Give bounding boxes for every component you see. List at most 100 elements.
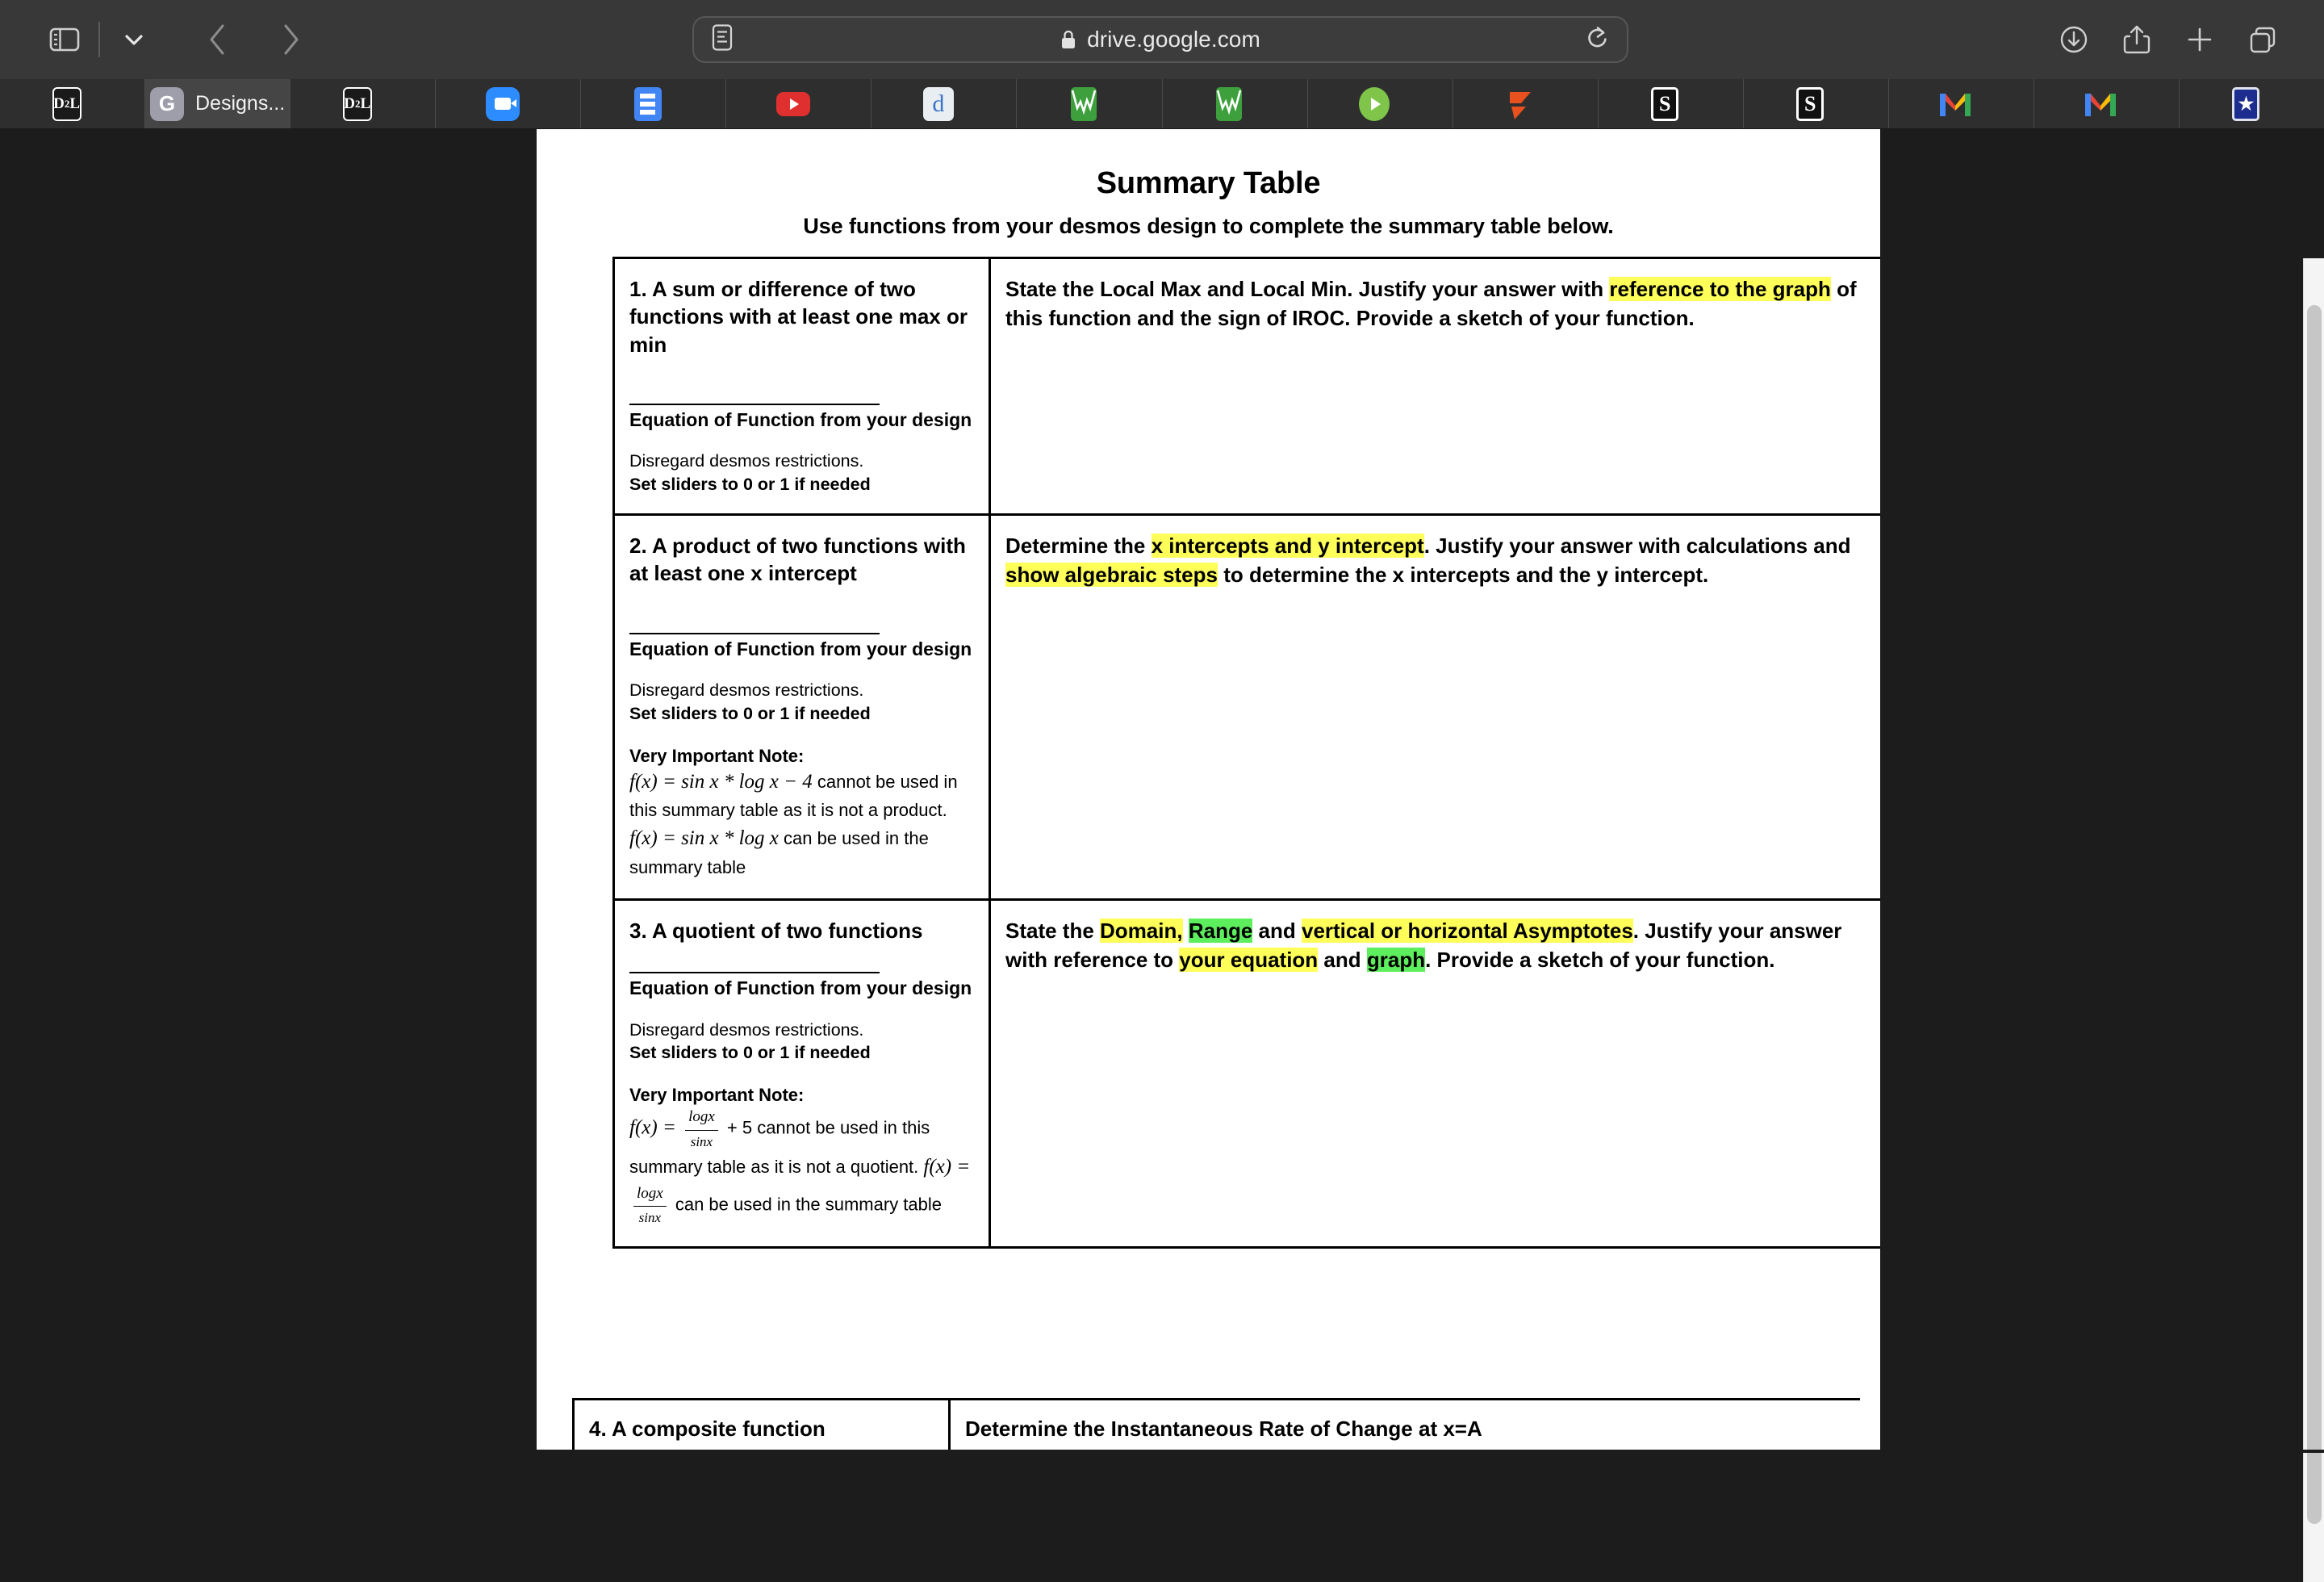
browser-tab-5[interactable] (581, 79, 726, 128)
gmail-icon (2084, 90, 2117, 118)
s-letter-icon: S (1796, 87, 1824, 121)
scrollbar-thumb[interactable] (2307, 305, 2322, 1524)
table-row: 2. A product of two functions with at le… (614, 515, 1881, 900)
very-important-note-body: f(x) = logxsinx + 5 cannot be used in th… (629, 1106, 976, 1228)
google-drive-g-icon: G (150, 87, 184, 121)
browser-viewport: Summary Table Use functions from your de… (0, 129, 2324, 1453)
answer-space[interactable] (1005, 975, 1880, 1185)
row-4-right-cell: Determine the Instantaneous Rate of Chan… (950, 1400, 1861, 1454)
browser-tab-1[interactable]: D2L (0, 79, 145, 128)
question-heading: 4. A composite function (589, 1415, 935, 1442)
browser-tab-11[interactable] (1453, 79, 1599, 128)
tab-label: Designs... (195, 92, 285, 115)
row-3-right-cell: State the Domain, Range and vertical or … (990, 899, 1881, 1247)
question-heading: 3. A quotient of two functions (629, 917, 976, 944)
green-play-icon (1359, 87, 1390, 121)
vertical-scrollbar[interactable] (2303, 258, 2324, 1582)
chevron-down-icon (123, 32, 144, 47)
prompt-text: State the Local Max and Local Min. Justi… (1005, 277, 1609, 301)
window-bottom-edge (0, 1450, 2324, 1453)
sidebar-toggle-button[interactable] (37, 12, 92, 67)
document-page: Summary Table Use functions from your de… (537, 129, 1880, 1453)
browser-tab-12[interactable]: S (1599, 79, 1744, 128)
chevron-left-icon (207, 23, 228, 56)
table-row: 4. A composite function Determine the In… (574, 1400, 1861, 1454)
fraction-denominator: sinx (688, 1131, 716, 1153)
prompt-text: . Provide a sketch of your function. (1425, 948, 1774, 972)
disregard-note: Disregard desmos restrictions. (629, 451, 863, 471)
question-heading: 1. A sum or difference of two functions … (629, 275, 976, 358)
prompt-text: Determine the (1005, 534, 1152, 558)
prompt-text (1183, 919, 1189, 943)
table-row: 3. A quotient of two functions Equation … (614, 899, 1881, 1247)
row-2-left-cell: 2. A product of two functions with at le… (614, 515, 990, 900)
answer-blank-line[interactable] (629, 633, 880, 634)
d2l-icon: D2L (52, 87, 82, 121)
math-expression-2: f(x) = sin x * log x (629, 827, 779, 849)
math-expression-1: f(x) = sin x * log x − 4 (629, 771, 813, 793)
browser-tab-14[interactable] (1889, 79, 2034, 128)
address-bar-container[interactable]: drive.google.com (692, 16, 1628, 63)
equation-label: Equation of Function from your design (629, 977, 976, 1000)
table-row: 1. A sum or difference of two functions … (614, 258, 1881, 515)
page-title: Summary Table (577, 166, 1840, 201)
browser-tab-4[interactable] (436, 79, 581, 128)
very-important-note-body: f(x) = sin x * log x − 4 cannot be used … (629, 767, 976, 881)
sliders-note: Set sliders to 0 or 1 if needed (629, 704, 871, 723)
prompt-highlight-yellow: x intercepts and y intercept (1152, 534, 1424, 558)
browser-tab-2-active[interactable]: G Designs... (145, 79, 290, 128)
back-button[interactable] (190, 12, 245, 67)
browser-tab-15[interactable] (2034, 79, 2180, 128)
disregard-note: Disregard desmos restrictions. (629, 680, 863, 700)
browser-tab-9[interactable] (1163, 79, 1308, 128)
reader-view-icon[interactable] (712, 24, 733, 56)
desmos-d-icon: d (923, 87, 954, 121)
browser-tab-6[interactable] (726, 79, 872, 128)
summary-table: 1. A sum or difference of two functions … (612, 257, 1880, 1249)
zoom-icon (486, 87, 520, 121)
sliders-note: Set sliders to 0 or 1 if needed (629, 475, 871, 494)
browser-toolbar: drive.google.com (0, 0, 2324, 79)
toolbar-divider (98, 22, 100, 57)
answer-blank-line[interactable] (629, 404, 880, 405)
answer-space[interactable] (1005, 590, 1880, 751)
browser-tab-16[interactable]: ★ (2180, 79, 2324, 128)
answer-space[interactable] (1005, 333, 1880, 438)
share-button[interactable] (2109, 12, 2164, 67)
browser-tab-3[interactable]: D2L (290, 79, 436, 128)
restrictions-note: Disregard desmos restrictions. Set slide… (629, 679, 976, 725)
equation-label: Equation of Function from your design (629, 638, 976, 661)
math-lead-1: f(x) = (629, 1117, 681, 1139)
row-3-left-cell: 3. A quotient of two functions Equation … (614, 899, 990, 1247)
row-1-right-cell: State the Local Max and Local Min. Justi… (990, 258, 1881, 515)
restrictions-note: Disregard desmos restrictions. Set slide… (629, 450, 976, 496)
prompt-highlight-yellow: reference to the graph (1609, 277, 1831, 301)
forward-button[interactable] (263, 12, 318, 67)
url-display[interactable]: drive.google.com (694, 27, 1627, 52)
fraction-1: logxsinx (685, 1106, 718, 1152)
prompt-highlight-green: graph (1367, 948, 1425, 972)
browser-tab-8[interactable] (1017, 79, 1162, 128)
browser-tab-10[interactable] (1308, 79, 1453, 128)
fraction-numerator: logx (685, 1106, 718, 1131)
reload-button[interactable] (1585, 25, 1609, 55)
prompt-text: State the (1005, 919, 1100, 943)
browser-tab-7[interactable]: d (872, 79, 1017, 128)
tab-overview-button[interactable] (2235, 12, 2290, 67)
fraction-denominator: sinx (636, 1207, 664, 1228)
sidebar-dropdown-button[interactable] (107, 12, 161, 67)
url-text: drive.google.com (1087, 27, 1260, 52)
question-prompt: State the Domain, Range and vertical or … (1005, 917, 1880, 975)
answer-blank-line[interactable] (629, 972, 880, 973)
downloads-button[interactable] (2046, 12, 2101, 67)
browser-tab-13[interactable]: S (1744, 79, 1889, 128)
row-4-partial: 4. A composite function Determine the In… (572, 1398, 1860, 1453)
prompt-text: and (1318, 948, 1367, 972)
youtube-icon (776, 92, 810, 116)
new-tab-button[interactable] (2172, 12, 2227, 67)
address-bar[interactable]: drive.google.com (692, 16, 1628, 63)
equation-label: Equation of Function from your design (629, 408, 976, 432)
page-subtitle: Use functions from your desmos design to… (577, 214, 1840, 239)
question-prompt: State the Local Max and Local Min. Justi… (1005, 275, 1880, 333)
sidebar-icon (49, 27, 80, 52)
